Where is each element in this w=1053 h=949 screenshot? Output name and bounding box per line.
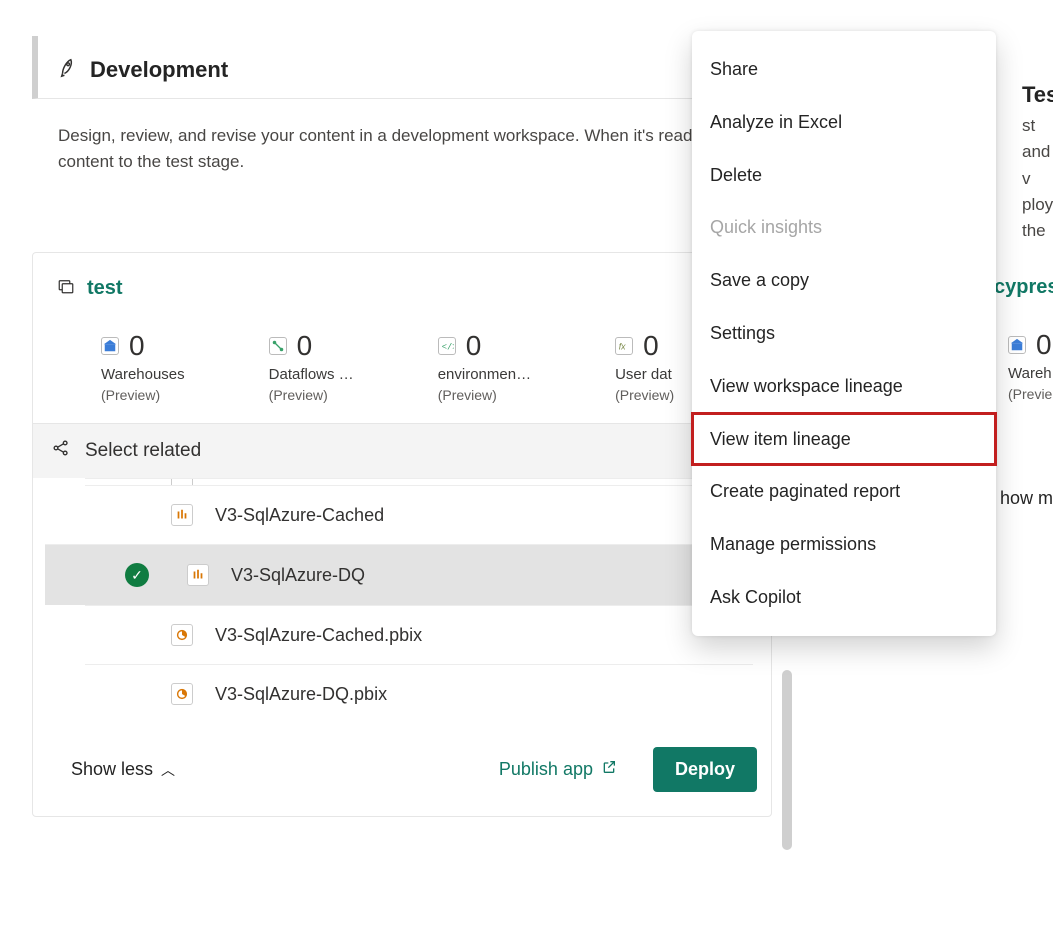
menu-manage-permissions[interactable]: Manage permissions bbox=[692, 518, 996, 571]
menu-create-paginated-report[interactable]: Create paginated report bbox=[692, 465, 996, 518]
deploy-button[interactable]: Deploy bbox=[653, 747, 757, 792]
check-icon: ✓ bbox=[125, 563, 149, 587]
dataset-icon bbox=[171, 478, 193, 485]
workspace-card-dev: test 0 Warehouses (Preview) 0 Dataflows … bbox=[32, 252, 772, 817]
userdata-icon: fx bbox=[615, 337, 633, 355]
items-list: V3-SqlAzure-Cached ✓ V3-SqlAzure-DQ ⋮ V3… bbox=[45, 478, 759, 723]
menu-quick-insights: Quick insights bbox=[692, 201, 996, 254]
external-link-icon bbox=[601, 759, 617, 780]
show-less-toggle[interactable]: Show less ︿ bbox=[71, 759, 175, 780]
chevron-up-icon: ︿ bbox=[161, 760, 175, 780]
select-related-bar: Select related ✕ 1 s bbox=[33, 423, 771, 478]
stage-title-test: Test bbox=[1022, 82, 1053, 108]
context-menu: Share Analyze in Excel Delete Quick insi… bbox=[692, 31, 996, 636]
menu-ask-copilot[interactable]: Ask Copilot bbox=[692, 571, 996, 624]
share-icon bbox=[51, 438, 71, 464]
dataset-icon bbox=[187, 564, 209, 586]
metric-warehouses[interactable]: 0 Warehouses (Preview) bbox=[101, 330, 185, 403]
menu-analyze-excel[interactable]: Analyze in Excel bbox=[692, 96, 996, 149]
list-item[interactable]: V3-SqlAzure-DQ.pbix bbox=[85, 664, 753, 723]
item-name: V3-SqlAzure-DQ bbox=[231, 565, 365, 586]
dataflow-icon bbox=[269, 337, 287, 355]
dataset-icon bbox=[171, 504, 193, 526]
report-icon bbox=[171, 624, 193, 646]
menu-view-item-lineage[interactable]: View item lineage bbox=[692, 413, 996, 466]
menu-delete[interactable]: Delete bbox=[692, 149, 996, 202]
menu-view-workspace-lineage[interactable]: View workspace lineage bbox=[692, 360, 996, 413]
workspace-card-test: cypres 0 Wareh (Previe bbox=[994, 252, 1053, 422]
rocket-icon bbox=[58, 56, 80, 84]
workspace-name-right[interactable]: cypres bbox=[994, 276, 1053, 299]
warehouse-icon bbox=[101, 337, 119, 355]
metric-environments[interactable]: </> 0 environmen… (Preview) bbox=[438, 330, 531, 403]
menu-save-copy[interactable]: Save a copy bbox=[692, 254, 996, 307]
menu-share[interactable]: Share bbox=[692, 43, 996, 96]
list-item[interactable]: V3-SqlAzure-Cached.pbix bbox=[85, 605, 753, 664]
environment-icon: </> bbox=[438, 337, 456, 355]
item-name: V3-SqlAzure-DQ.pbix bbox=[215, 684, 387, 705]
select-related-label[interactable]: Select related bbox=[85, 440, 201, 462]
workspace-name[interactable]: test bbox=[87, 277, 123, 300]
stage-title-development: Development bbox=[90, 57, 228, 83]
list-item[interactable]: V3-SqlAzure-Cached bbox=[85, 485, 753, 544]
warehouse-icon bbox=[1008, 336, 1026, 354]
metric-dataflows[interactable]: 0 Dataflows … (Preview) bbox=[269, 330, 354, 403]
list-item[interactable] bbox=[85, 478, 753, 485]
stage-description-test: st and v ploy the bbox=[1022, 113, 1053, 245]
publish-app-link[interactable]: Publish app bbox=[499, 759, 617, 780]
item-name: V3-SqlAzure-Cached.pbix bbox=[215, 625, 422, 646]
show-more-fragment: how m bbox=[1000, 488, 1053, 509]
stage-header-test: Test bbox=[1022, 82, 1053, 108]
item-name: V3-SqlAzure-Cached bbox=[215, 505, 384, 526]
metric-userdata[interactable]: fx 0 User dat (Preview) bbox=[615, 330, 674, 403]
card-footer: Show less ︿ Publish app Deploy bbox=[33, 723, 771, 816]
metric-warehouses-right[interactable]: 0 Wareh (Previe bbox=[1008, 329, 1052, 402]
scrollbar-thumb[interactable] bbox=[782, 670, 792, 850]
workspace-icon bbox=[57, 277, 75, 300]
svg-text:fx: fx bbox=[619, 342, 626, 352]
svg-text:</>: </> bbox=[441, 343, 453, 353]
list-item-selected[interactable]: ✓ V3-SqlAzure-DQ ⋮ bbox=[45, 544, 759, 605]
metrics-row: 0 Warehouses (Preview) 0 Dataflows … (Pr… bbox=[33, 318, 771, 423]
menu-settings[interactable]: Settings bbox=[692, 307, 996, 360]
report-icon bbox=[171, 683, 193, 705]
